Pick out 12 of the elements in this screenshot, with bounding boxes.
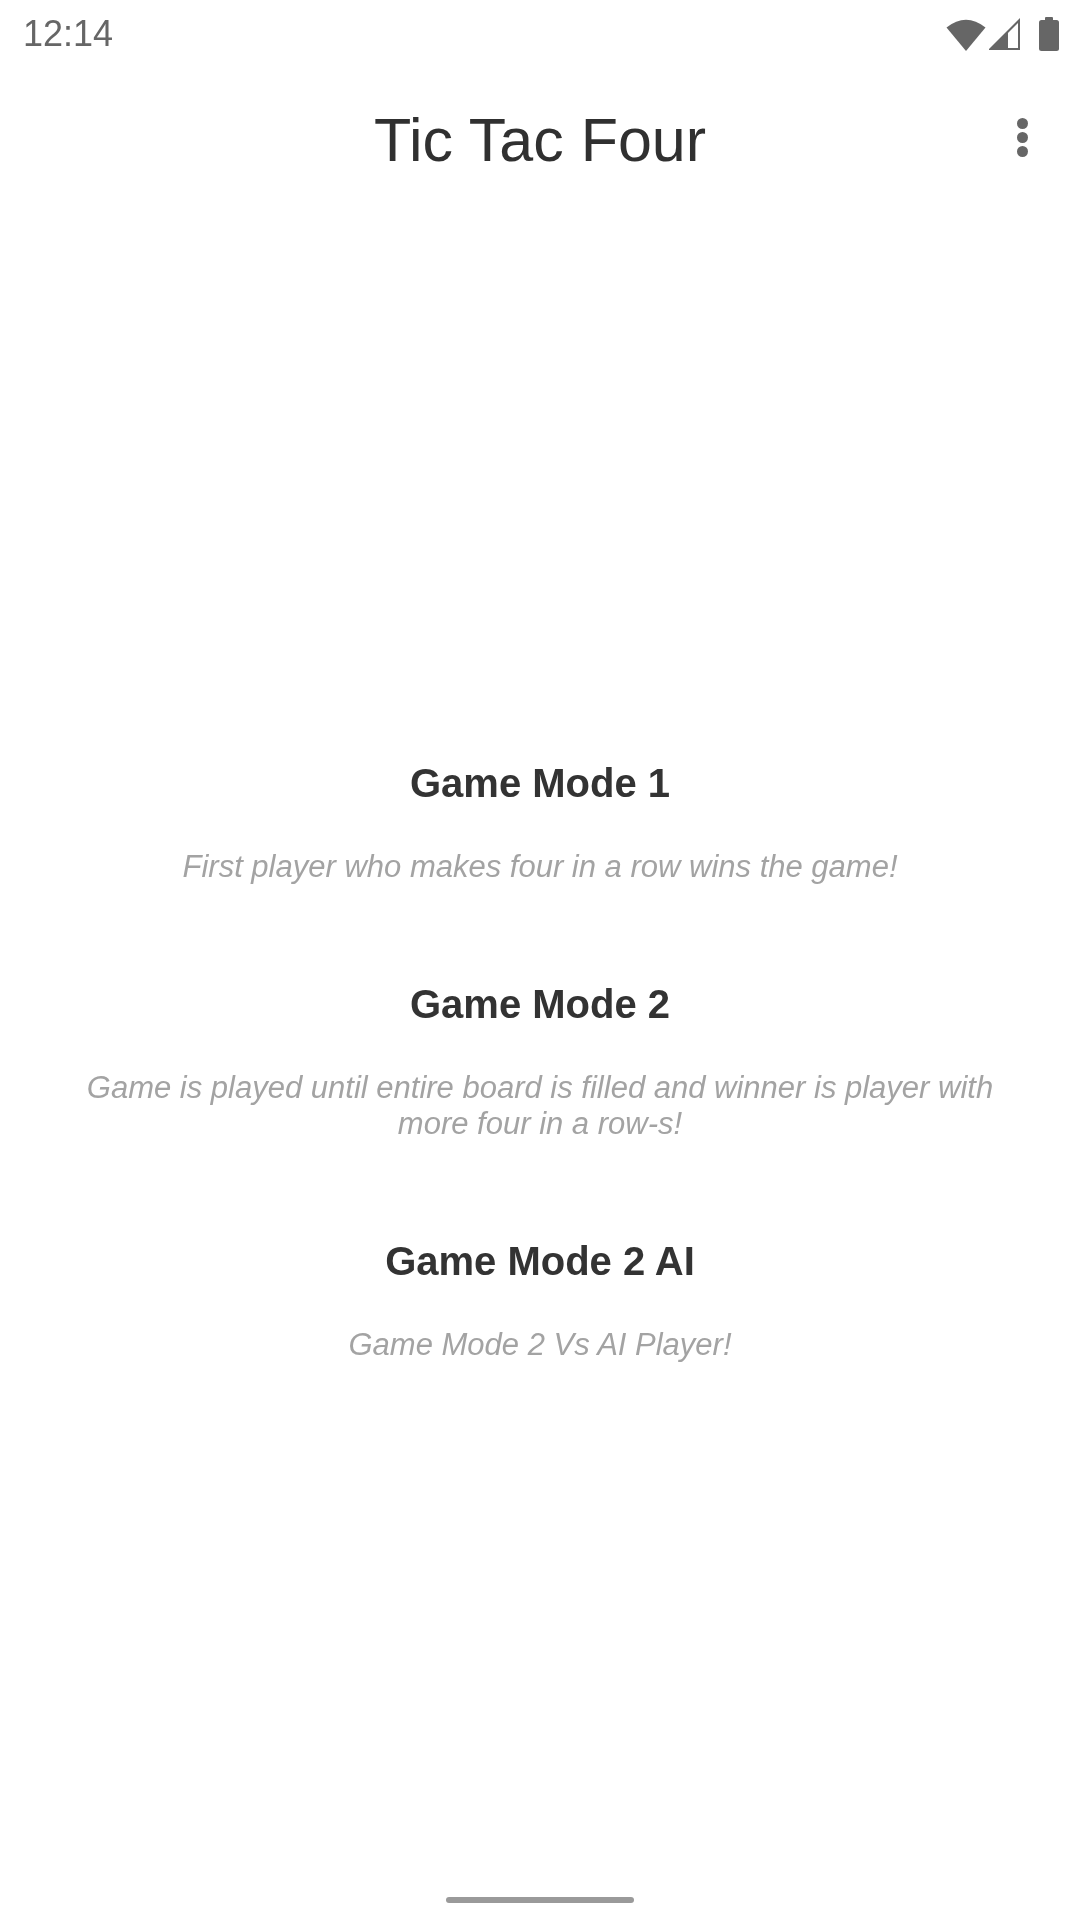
cellular-signal-icon xyxy=(989,18,1020,50)
app-title: Tic Tac Four xyxy=(373,105,707,175)
battery-icon xyxy=(1039,17,1059,51)
game-mode-description: Game Mode 2 Vs AI Player! xyxy=(348,1327,732,1363)
status-time: 12:14 xyxy=(23,13,114,55)
game-mode-description: Game is played until entire board is filled and winner is player with more four in a row-s! xyxy=(85,1070,995,1142)
game-mode-title[interactable]: Game Mode 2 AI xyxy=(385,1237,695,1285)
game-mode-title[interactable]: Game Mode 1 xyxy=(409,759,671,807)
wifi-icon xyxy=(946,17,986,51)
game-mode-title[interactable]: Game Mode 2 xyxy=(409,980,671,1028)
game-mode-description: First player who makes four in a row wins the game! xyxy=(182,849,898,885)
overflow-menu-icon[interactable] xyxy=(1017,118,1028,157)
